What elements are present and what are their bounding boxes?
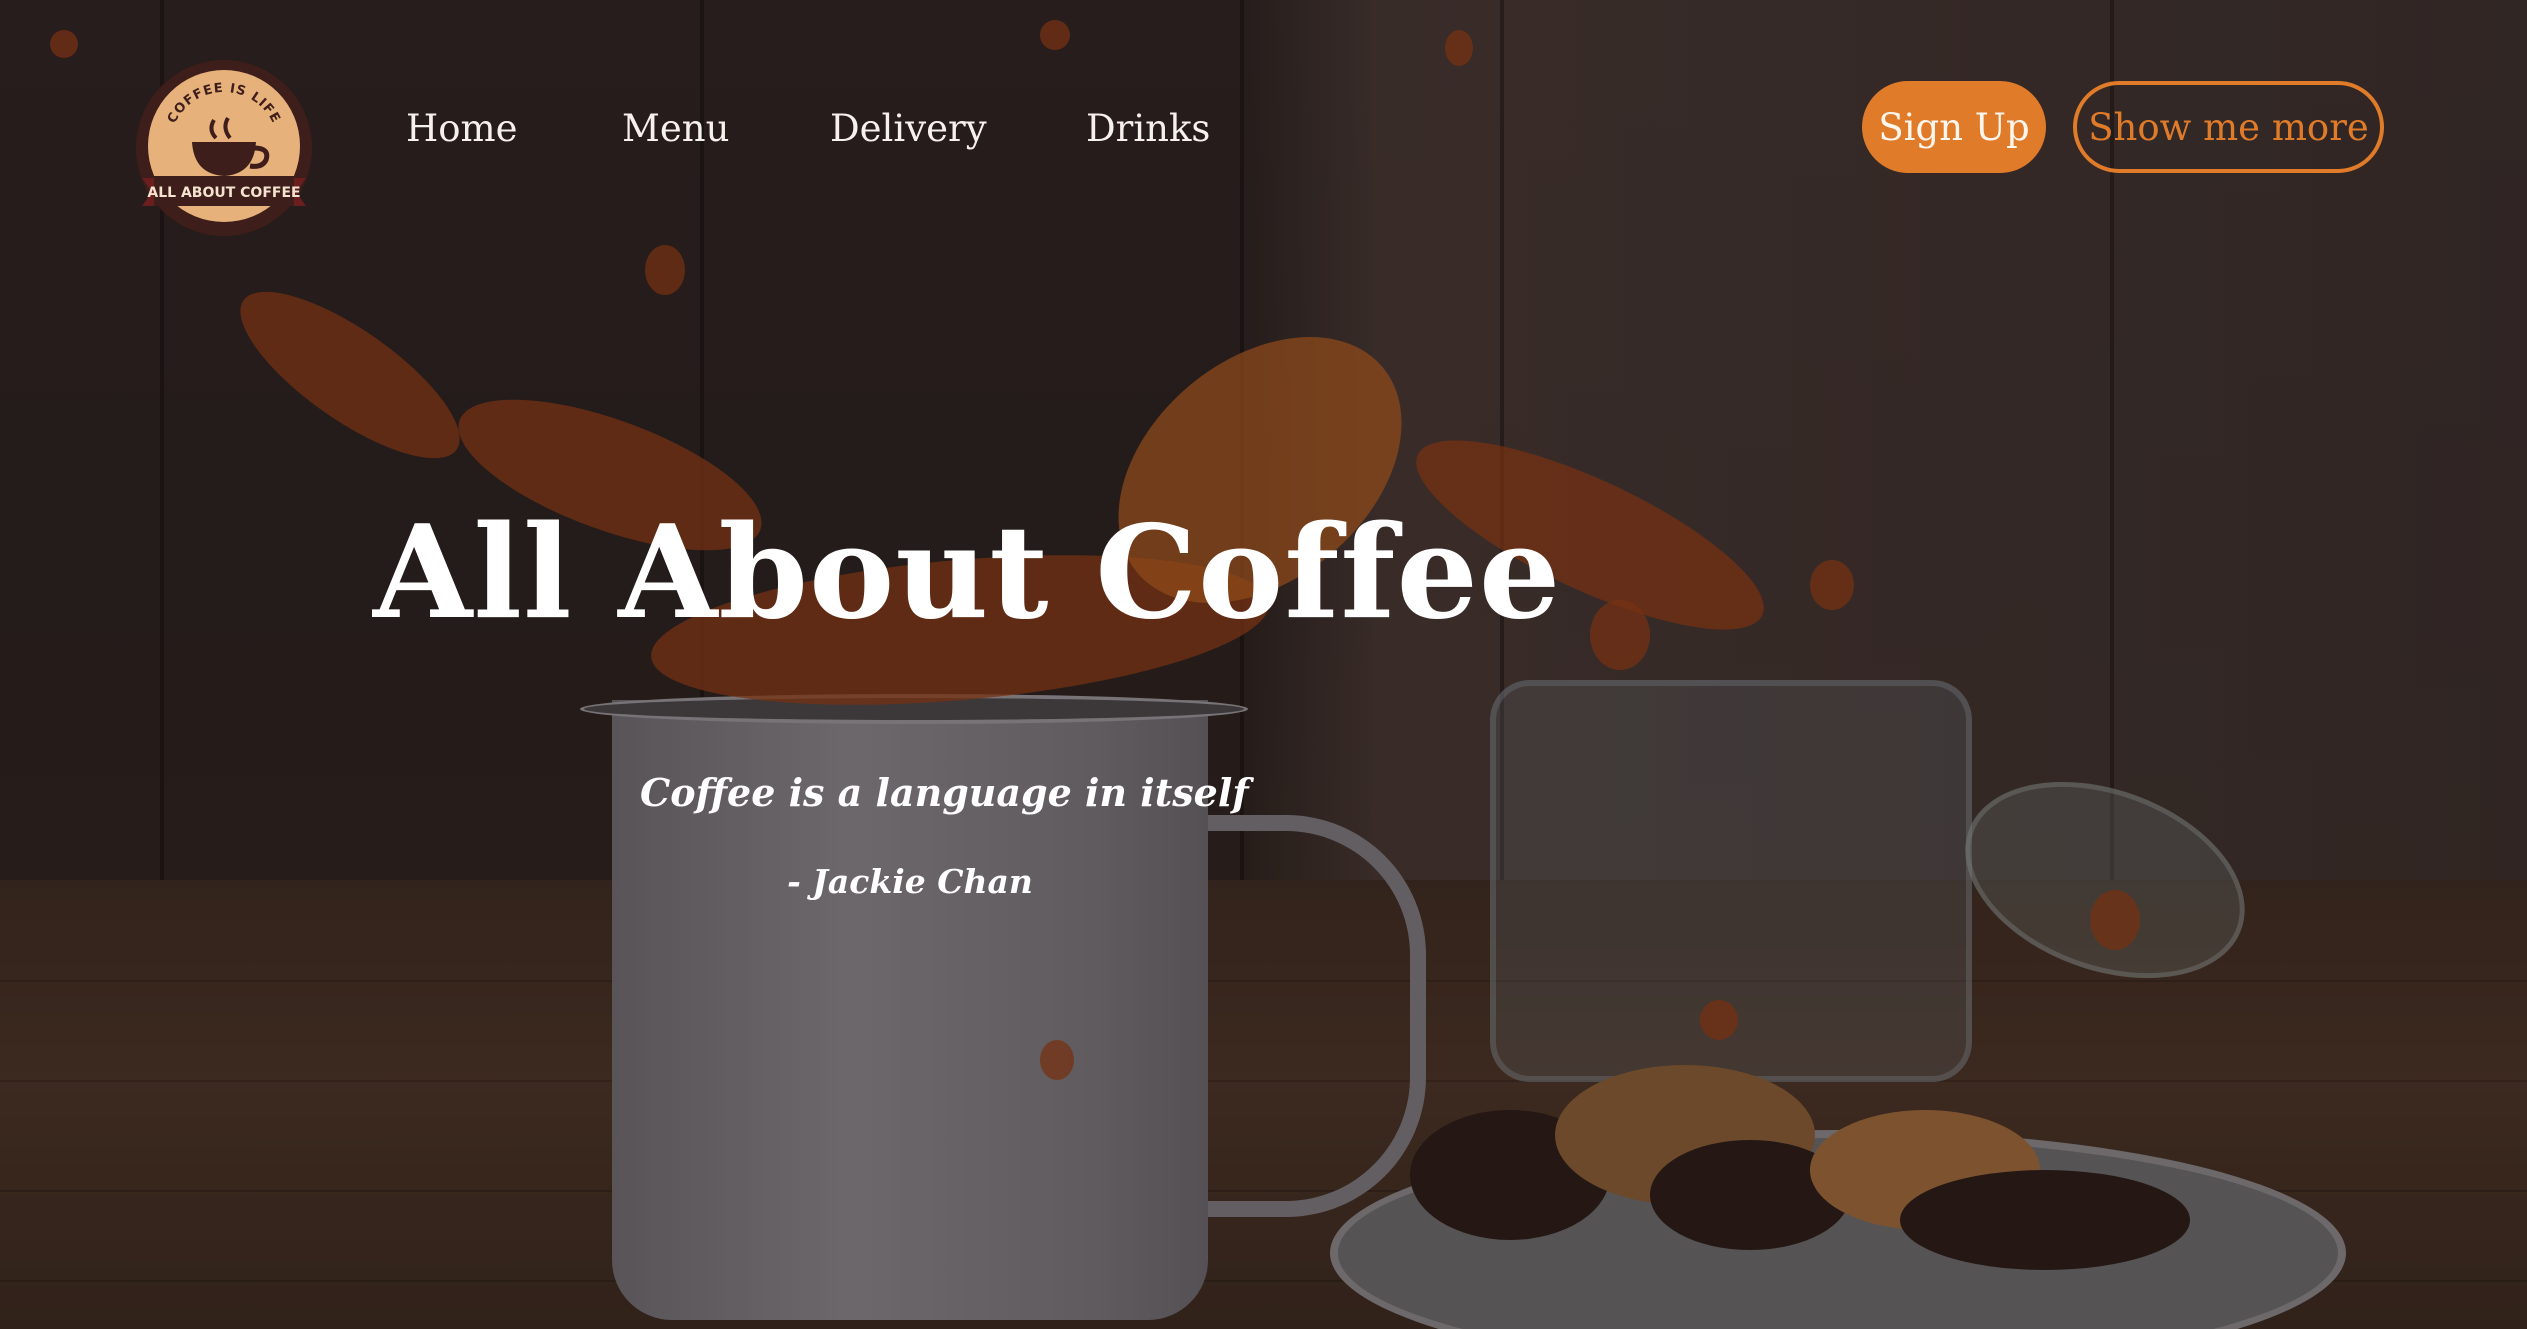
nav-item-drinks[interactable]: Drinks [1086, 107, 1210, 150]
coffee-cup-logo-icon: COFFEE IS LIFE ALL ABOUT COFFEE [136, 60, 312, 236]
nav-item-home[interactable]: Home [406, 107, 518, 150]
hero-title: All About Coffee [373, 498, 1562, 648]
dark-overlay [0, 0, 2527, 1329]
show-me-more-button[interactable]: Show me more [2073, 81, 2384, 173]
nav-item-delivery[interactable]: Delivery [830, 107, 987, 150]
brand-logo[interactable]: COFFEE IS LIFE ALL ABOUT COFFEE [136, 60, 312, 236]
hero-quote-author: - Jackie Chan [787, 862, 1033, 901]
sign-up-button[interactable]: Sign Up [1862, 81, 2046, 173]
nav-item-menu[interactable]: Menu [622, 107, 729, 150]
hero-background-image [0, 0, 2527, 1329]
logo-banner-text: ALL ABOUT COFFEE [147, 185, 300, 201]
hero-quote: Coffee is a language in itself [640, 770, 1249, 815]
